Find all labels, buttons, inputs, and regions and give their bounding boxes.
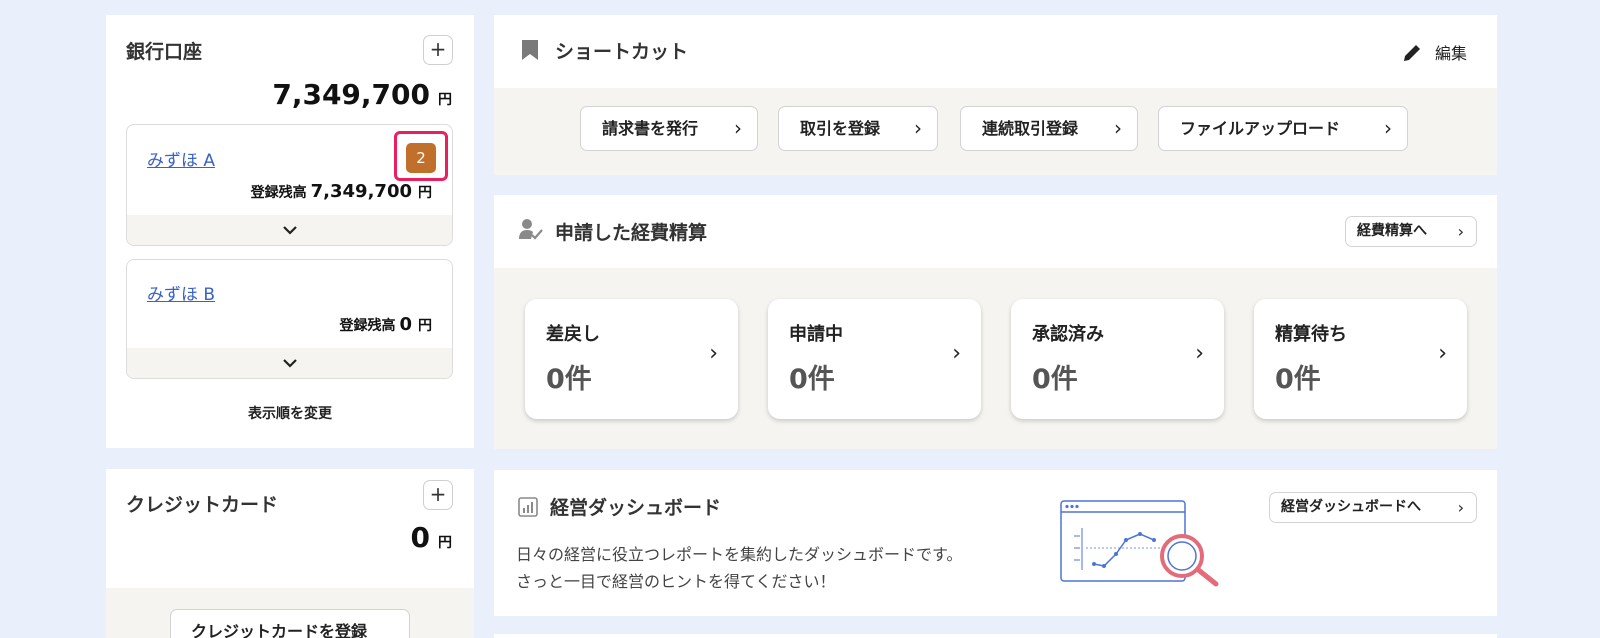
account-balance: 登録残高 7,349,700 円 [251, 181, 432, 202]
bank-account-mizuho-b: みずほ B 登録残高 0 円 [126, 259, 453, 379]
shortcut-bulk-register[interactable]: 連続取引登録 › [960, 106, 1138, 151]
status-count: 0件 [546, 364, 592, 395]
balance-value: 7,349,700 [310, 181, 412, 202]
register-credit-card-button[interactable]: クレジットカードを登録 [170, 609, 410, 638]
status-label: 承認済み [1032, 324, 1104, 345]
shortcut-card: ショートカット 編集 請求書を発行 › 取引を登録 › 連続取引登録 › ファイルアッ… [494, 15, 1497, 175]
shortcut-register-transaction[interactable]: 取引を登録 › [778, 106, 938, 151]
chevron-down-icon [282, 359, 297, 368]
badge-highlight: 2 [394, 131, 448, 181]
chevron-right-icon: › [1457, 498, 1464, 517]
status-card-approved[interactable]: 承認済み 0件 › [1011, 299, 1224, 419]
chevron-right-icon: › [1384, 116, 1392, 140]
shortcut-band: 請求書を発行 › 取引を登録 › 連続取引登録 › ファイルアップロード › [494, 88, 1497, 175]
bank-account-mizuho-a: みずほ A 2 登録残高 7,349,700 円 [126, 124, 453, 246]
balance-unit: 円 [418, 185, 432, 201]
status-label: 申請中 [789, 324, 843, 345]
dashboard-magnifier-illustration [1060, 500, 1219, 587]
balance-value: 0 [399, 314, 412, 335]
shortcut-label: 請求書を発行 [602, 119, 699, 138]
status-count: 0件 [789, 364, 835, 395]
chevron-down-icon [282, 226, 297, 235]
chevron-right-icon: › [709, 341, 718, 366]
bank-total-amount: 7,349,700 [272, 78, 430, 111]
chevron-right-icon: › [952, 341, 961, 366]
link-label: 経費精算へ [1357, 223, 1427, 239]
account-balance: 登録残高 0 円 [339, 314, 432, 335]
expense-title: 申請した経費精算 [555, 222, 708, 244]
bank-accounts-card: 銀行口座 + 7,349,700 円 みずほ A 2 登録残高 7,349,700 円… [106, 15, 474, 448]
chevron-right-icon: › [1114, 116, 1122, 140]
add-credit-card-button[interactable]: + [423, 480, 453, 510]
reorder-link[interactable]: 表示順を変更 [106, 403, 474, 423]
description-line-2: さっと一目で経営のヒントを得てください！ [516, 572, 836, 591]
credit-total-amount: 0 [410, 521, 430, 554]
shortcut-label: 取引を登録 [800, 119, 881, 138]
dashboard-title: 経営ダッシュボード [550, 497, 722, 519]
status-card-awaiting-settlement[interactable]: 精算待ち 0件 › [1254, 299, 1467, 419]
add-bank-account-button[interactable]: + [423, 35, 453, 65]
balance-label: 登録残高 [339, 318, 396, 334]
expense-claims-card: 申請した経費精算 経費精算へ › 差戻し 0件 › 申請中 0件 › 承認済み 0… [494, 195, 1497, 449]
user-check-icon [519, 219, 543, 240]
chevron-right-icon: › [1457, 222, 1464, 241]
description-line-1: 日々の経営に役立つレポートを集約したダッシュボードです。 [516, 545, 963, 564]
chevron-right-icon: › [734, 116, 742, 140]
status-label: 差戻し [546, 324, 600, 345]
bank-total: 7,349,700 円 [272, 78, 452, 111]
balance-label: 登録残高 [250, 185, 307, 201]
status-count: 0件 [1032, 364, 1078, 395]
credit-total: 0円 [411, 521, 452, 554]
expand-account-button[interactable] [127, 215, 452, 245]
edit-label: 編集 [1434, 44, 1467, 63]
account-name-link[interactable]: みずほ A [147, 146, 215, 171]
go-to-expense-button[interactable]: 経費精算へ › [1345, 216, 1477, 247]
status-card-applying[interactable]: 申請中 0件 › [768, 299, 981, 419]
bank-total-unit: 円 [438, 92, 452, 108]
dashboard-card: 経営ダッシュボード 経営ダッシュボードへ › 日々の経営に役立つレポートを集約した… [494, 470, 1497, 616]
edit-shortcut-button[interactable]: 編集 [1401, 40, 1467, 64]
shortcut-file-upload[interactable]: ファイルアップロード › [1158, 106, 1408, 151]
pencil-icon [1403, 45, 1420, 61]
dashboard-description: 日々の経営に役立つレポートを集約したダッシュボードです。 さっと一目で経営のヒン… [516, 541, 962, 595]
credit-register-area: クレジットカードを登録 [106, 588, 474, 638]
go-to-dashboard-button[interactable]: 経営ダッシュボードへ › [1269, 492, 1477, 523]
credit-card-card: クレジットカード + 0円 クレジットカードを登録 [106, 469, 474, 638]
expand-account-button[interactable] [127, 348, 452, 378]
account-name-link[interactable]: みずほ B [147, 280, 215, 305]
bar-chart-icon [518, 497, 538, 517]
link-label: 経営ダッシュボードへ [1281, 499, 1421, 515]
chevron-right-icon: › [914, 116, 922, 140]
pending-count-badge[interactable]: 2 [406, 143, 436, 173]
shortcut-issue-invoice[interactable]: 請求書を発行 › [580, 106, 758, 151]
next-card-edge [494, 634, 1497, 638]
chevron-right-icon: › [1195, 341, 1204, 366]
status-count: 0件 [1275, 364, 1321, 395]
chevron-right-icon: › [1438, 341, 1447, 366]
status-card-returned[interactable]: 差戻し 0件 › [525, 299, 738, 419]
credit-card-title: クレジットカード [126, 494, 279, 516]
status-label: 精算待ち [1275, 324, 1347, 345]
shortcut-label: 連続取引登録 [982, 119, 1079, 138]
credit-total-unit: 円 [438, 535, 452, 551]
shortcut-label: ファイルアップロード [1180, 119, 1341, 138]
balance-unit: 円 [418, 318, 432, 334]
bookmark-icon [522, 40, 538, 60]
bank-accounts-title: 銀行口座 [126, 41, 203, 63]
shortcut-title: ショートカット [555, 41, 689, 63]
